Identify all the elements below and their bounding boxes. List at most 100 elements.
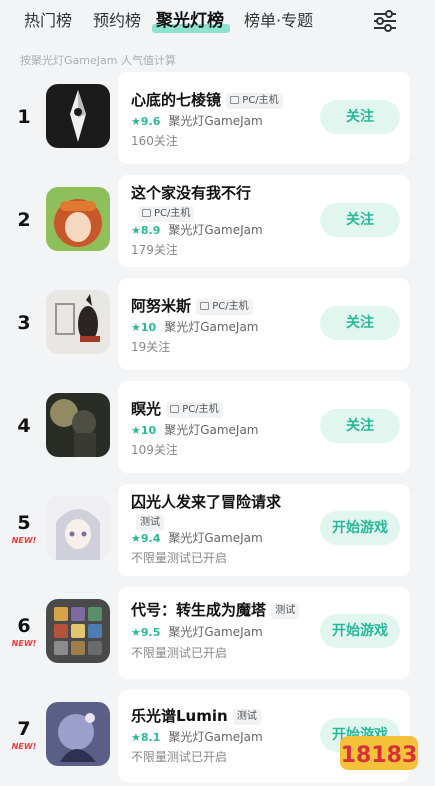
source-label: 聚光灯GameJam (168, 730, 263, 744)
rank-number: 3 (17, 312, 31, 334)
list-item[interactable]: 5 NEW! 囚光人发来了冒险请求 测试 ★9.4 聚光灯GameJam 不限量测… (0, 484, 435, 576)
ranking-subtitle: 按聚光灯GameJam 人气值计算 (20, 54, 176, 67)
new-badge: NEW! (11, 742, 37, 751)
list-item[interactable]: 6 NEW! 代号：转生成为魔塔 测试 ★9.5 聚光灯GameJam 不限量测试… (0, 587, 435, 679)
list-item[interactable]: 4 瞑光 PC/主机 ★10 聚光灯GameJam 109关注 关注 (0, 381, 435, 473)
rank-number: 5 (17, 512, 31, 534)
game-title-row: 瞑光 PC/主机 (131, 398, 223, 419)
game-title: 阿努米斯 (131, 297, 192, 315)
rank-number: 7 (17, 718, 31, 740)
new-badge: NEW! (11, 639, 37, 648)
score: ★9.6 (131, 115, 161, 128)
source-label: 聚光灯GameJam (164, 423, 259, 437)
score-value: 9.5 (140, 626, 161, 639)
platform-tag: PC/主机 (226, 92, 283, 109)
platform-tag-label: PC/主机 (242, 94, 279, 106)
platform-tag-label: PC/主机 (154, 207, 191, 219)
game-icon[interactable] (46, 187, 110, 251)
follow-count: 109关注 (131, 443, 178, 457)
watermark-logo: 18183 (336, 718, 422, 776)
game-icon[interactable] (46, 599, 110, 663)
game-title-row: 代号：转生成为魔塔 测试 (131, 599, 300, 620)
source-label: 聚光灯GameJam (164, 320, 259, 334)
filter-sliders-icon[interactable] (372, 10, 398, 32)
score: ★10 (131, 424, 157, 437)
list-item[interactable]: 3 阿努米斯 PC/主机 ★10 聚光灯GameJam 19关注 关注 (0, 278, 435, 370)
game-title-row: 乐光谱Lumin 测试 (131, 705, 261, 726)
game-title: 囚光人发来了冒险请求 (131, 493, 282, 511)
game-icon[interactable] (46, 84, 110, 148)
score-value: 10 (140, 321, 157, 334)
game-title: 瞑光 (131, 400, 162, 418)
list-item[interactable]: 2 这个家没有我不行 PC/主机 ★8.9 聚光灯GameJam 179关注 关注 (0, 175, 435, 267)
start-game-button[interactable]: 开始游戏 (320, 614, 400, 648)
score-line: ★10 聚光灯GameJam (131, 421, 259, 438)
monitor-icon (230, 95, 240, 104)
monitor-icon (142, 208, 151, 217)
tab-reserve[interactable]: 预约榜 (93, 10, 141, 32)
svg-text:18183: 18183 (341, 743, 418, 768)
platform-tag: PC/主机 (166, 401, 223, 418)
tab-spotlight[interactable]: 聚光灯榜 (156, 10, 224, 32)
test-status: 不限量测试已开启 (131, 750, 228, 764)
game-title: 代号：转生成为魔塔 (131, 601, 267, 619)
score: ★8.9 (131, 224, 161, 237)
platform-tag-row: PC/主机 (138, 204, 195, 222)
score-line: ★9.6 聚光灯GameJam (131, 112, 263, 129)
list-item[interactable]: 1 心底的七棱镜 PC/主机 ★9.6 聚光灯GameJam 160关注 关注 (0, 72, 435, 164)
score-line: ★10 聚光灯GameJam (131, 318, 259, 335)
score-line: ★8.1 聚光灯GameJam (131, 728, 263, 745)
game-title: 这个家没有我不行 (131, 184, 252, 202)
game-title: 心底的七棱镜 (131, 91, 222, 109)
score: ★9.5 (131, 626, 161, 639)
source-label: 聚光灯GameJam (168, 531, 263, 545)
game-title: 乐光谱Lumin (131, 707, 228, 725)
source-label: 聚光灯GameJam (168, 223, 263, 237)
score-value: 8.1 (140, 731, 161, 744)
rank-number: 4 (17, 415, 31, 437)
game-icon[interactable] (46, 290, 110, 354)
score-line: ★9.4 聚光灯GameJam (131, 529, 263, 546)
top-tab-bar: 热门榜 预约榜 聚光灯榜 榜单·专题 (0, 0, 435, 44)
score-line: ★9.5 聚光灯GameJam (131, 623, 263, 640)
test-status: 不限量测试已开启 (131, 551, 228, 565)
new-badge: NEW! (11, 536, 37, 545)
score-line: ★8.9 聚光灯GameJam (131, 221, 263, 238)
rank-number: 2 (17, 209, 31, 231)
test-tag: 测试 (232, 708, 261, 725)
monitor-icon (170, 404, 180, 413)
follow-button[interactable]: 关注 (320, 100, 400, 134)
game-title-row: 心底的七棱镜 PC/主机 (131, 89, 283, 110)
source-label: 聚光灯GameJam (168, 625, 263, 639)
platform-tag-label: PC/主机 (212, 300, 249, 312)
monitor-icon (200, 301, 210, 310)
source-label: 聚光灯GameJam (168, 114, 263, 128)
platform-tag: PC/主机 (138, 205, 195, 222)
test-tag: 测试 (271, 602, 300, 619)
game-icon[interactable] (46, 702, 110, 766)
tab-lists-topics[interactable]: 榜单·专题 (244, 10, 313, 32)
game-icon[interactable] (46, 393, 110, 457)
test-status: 不限量测试已开启 (131, 646, 228, 660)
platform-tag: PC/主机 (196, 298, 253, 315)
follow-button[interactable]: 关注 (320, 306, 400, 340)
score-value: 8.9 (140, 224, 161, 237)
follow-button[interactable]: 关注 (320, 203, 400, 237)
score-value: 9.6 (140, 115, 161, 128)
score: ★9.4 (131, 532, 161, 545)
start-game-button[interactable]: 开始游戏 (320, 511, 400, 545)
rank-number: 6 (17, 615, 31, 637)
follow-button[interactable]: 关注 (320, 409, 400, 443)
game-icon[interactable] (46, 496, 110, 560)
follow-count: 179关注 (131, 243, 178, 257)
score-value: 10 (140, 424, 157, 437)
platform-tag-label: PC/主机 (182, 403, 219, 415)
follow-count: 19关注 (131, 340, 171, 354)
score: ★8.1 (131, 731, 161, 744)
follow-count: 160关注 (131, 134, 178, 148)
tab-hot[interactable]: 热门榜 (24, 10, 72, 32)
game-title-row: 阿努米斯 PC/主机 (131, 295, 253, 316)
score: ★10 (131, 321, 157, 334)
rank-number: 1 (17, 106, 31, 128)
score-value: 9.4 (140, 532, 161, 545)
